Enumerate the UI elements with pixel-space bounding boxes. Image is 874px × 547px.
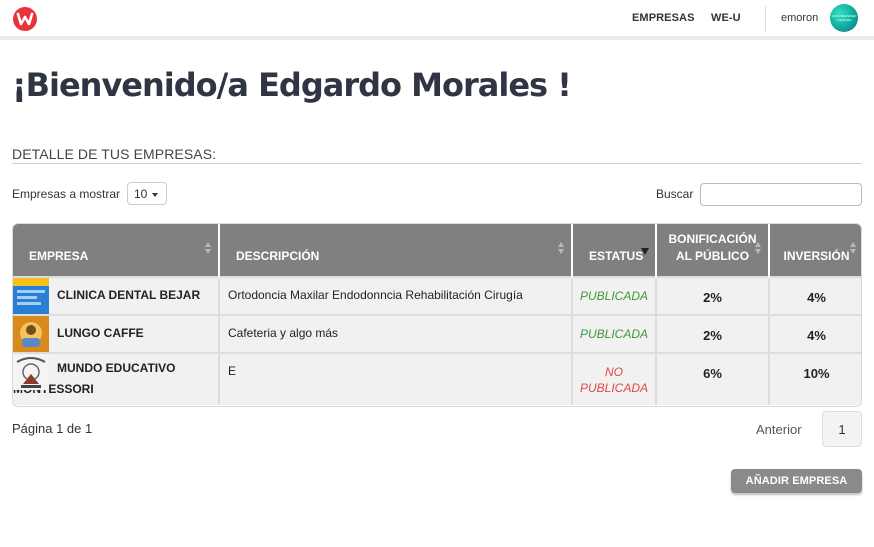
description-cell: Cafeteria y algo más [219, 314, 573, 353]
section-title: DETALLE DE TUS EMPRESAS: [12, 146, 217, 162]
status-line: PUBLICADA [579, 381, 649, 395]
page-number-button[interactable]: 1 [822, 411, 862, 447]
status-badge: PUBLICADA [572, 314, 657, 353]
sort-icon [204, 242, 212, 256]
search-label: Buscar [656, 187, 694, 201]
sort-icon [557, 242, 565, 256]
username[interactable]: emoron [781, 12, 818, 24]
status-badge: PUBLICADA [572, 276, 657, 315]
investment-cell: 4% [769, 314, 861, 353]
page-info: Página 1 de 1 [12, 421, 93, 436]
column-header-label: INVERSIÓN [783, 249, 850, 263]
company-cell[interactable]: LUNGO CAFFE [13, 314, 220, 353]
column-header-inversion[interactable]: INVERSIÓN [769, 224, 861, 277]
company-logo-icon [13, 278, 49, 314]
company-cell[interactable]: CLINICA DENTAL BEJAR [13, 276, 220, 315]
column-header-label: ESTATUS [589, 249, 644, 263]
show-entries-select[interactable]: 10 [127, 182, 167, 205]
add-company-button[interactable]: AÑADIR EMPRESA [731, 469, 862, 493]
description-cell: Ortodoncia Maxilar Endodonncia Rehabilit… [219, 276, 573, 315]
company-logo-icon [13, 354, 49, 390]
nav-link-empresas[interactable]: EMPRESAS [632, 12, 695, 24]
nav-link-we-u[interactable]: WE-U [711, 12, 741, 24]
sort-icon [754, 242, 762, 256]
previous-page-button[interactable]: Anterior [756, 422, 802, 437]
company-logo-icon [13, 316, 49, 352]
chevron-down-icon [152, 193, 158, 197]
column-header-label: EMPRESA [29, 249, 89, 263]
sort-icon [849, 242, 857, 256]
company-name: LUNGO CAFFE [57, 326, 144, 340]
sort-desc-icon [641, 248, 649, 255]
bonus-cell: 6% [656, 352, 770, 405]
company-cell[interactable]: MUNDO EDUCATIVO MONTESSORI [13, 352, 220, 405]
avatar[interactable]: GIVE BRANDED CHANNEL [830, 4, 858, 32]
brand-logo-icon[interactable] [12, 6, 38, 32]
table-row[interactable]: MUNDO EDUCATIVO MONTESSORI E NO PUBLICAD… [13, 352, 861, 405]
investment-cell: 10% [769, 352, 861, 405]
column-header-label: BONIFICACIÓN AL PÚBLICO [668, 232, 757, 263]
show-entries-label: Empresas a mostrar [12, 187, 121, 201]
nav-divider [765, 6, 766, 32]
column-header-empresa[interactable]: EMPRESA [13, 224, 220, 277]
avatar-text: GIVE BRANDED CHANNEL [832, 14, 856, 22]
section-divider [12, 163, 862, 164]
description-cell: E [219, 352, 573, 405]
column-header-bonificacion[interactable]: BONIFICACIÓN AL PÚBLICO [656, 224, 770, 277]
column-header-label: DESCRIPCIÓN [236, 249, 320, 263]
table-row[interactable]: CLINICA DENTAL BEJAR Ortodoncia Maxilar … [13, 276, 861, 315]
page-title: ¡Bienvenido/a Edgardo Morales ! [12, 66, 572, 104]
investment-cell: 4% [769, 276, 861, 315]
top-navbar: EMPRESAS WE-U emoron GIVE BRANDED CHANNE… [0, 0, 874, 36]
status-line: NO [605, 365, 623, 379]
company-name: CLINICA DENTAL BEJAR [57, 288, 201, 302]
companies-table: EMPRESA DESCRIPCIÓN ESTATUS BONIFICACIÓN… [12, 223, 862, 407]
show-entries-value: 10 [134, 187, 148, 201]
search-input[interactable] [700, 183, 862, 206]
column-header-estatus[interactable]: ESTATUS [572, 224, 657, 277]
bonus-cell: 2% [656, 314, 770, 353]
column-header-descripcion[interactable]: DESCRIPCIÓN [219, 224, 573, 277]
status-badge: NO PUBLICADA [572, 352, 657, 405]
bonus-cell: 2% [656, 276, 770, 315]
table-row[interactable]: LUNGO CAFFE Cafeteria y algo más PUBLICA… [13, 314, 861, 353]
navbar-shadow [0, 36, 874, 40]
